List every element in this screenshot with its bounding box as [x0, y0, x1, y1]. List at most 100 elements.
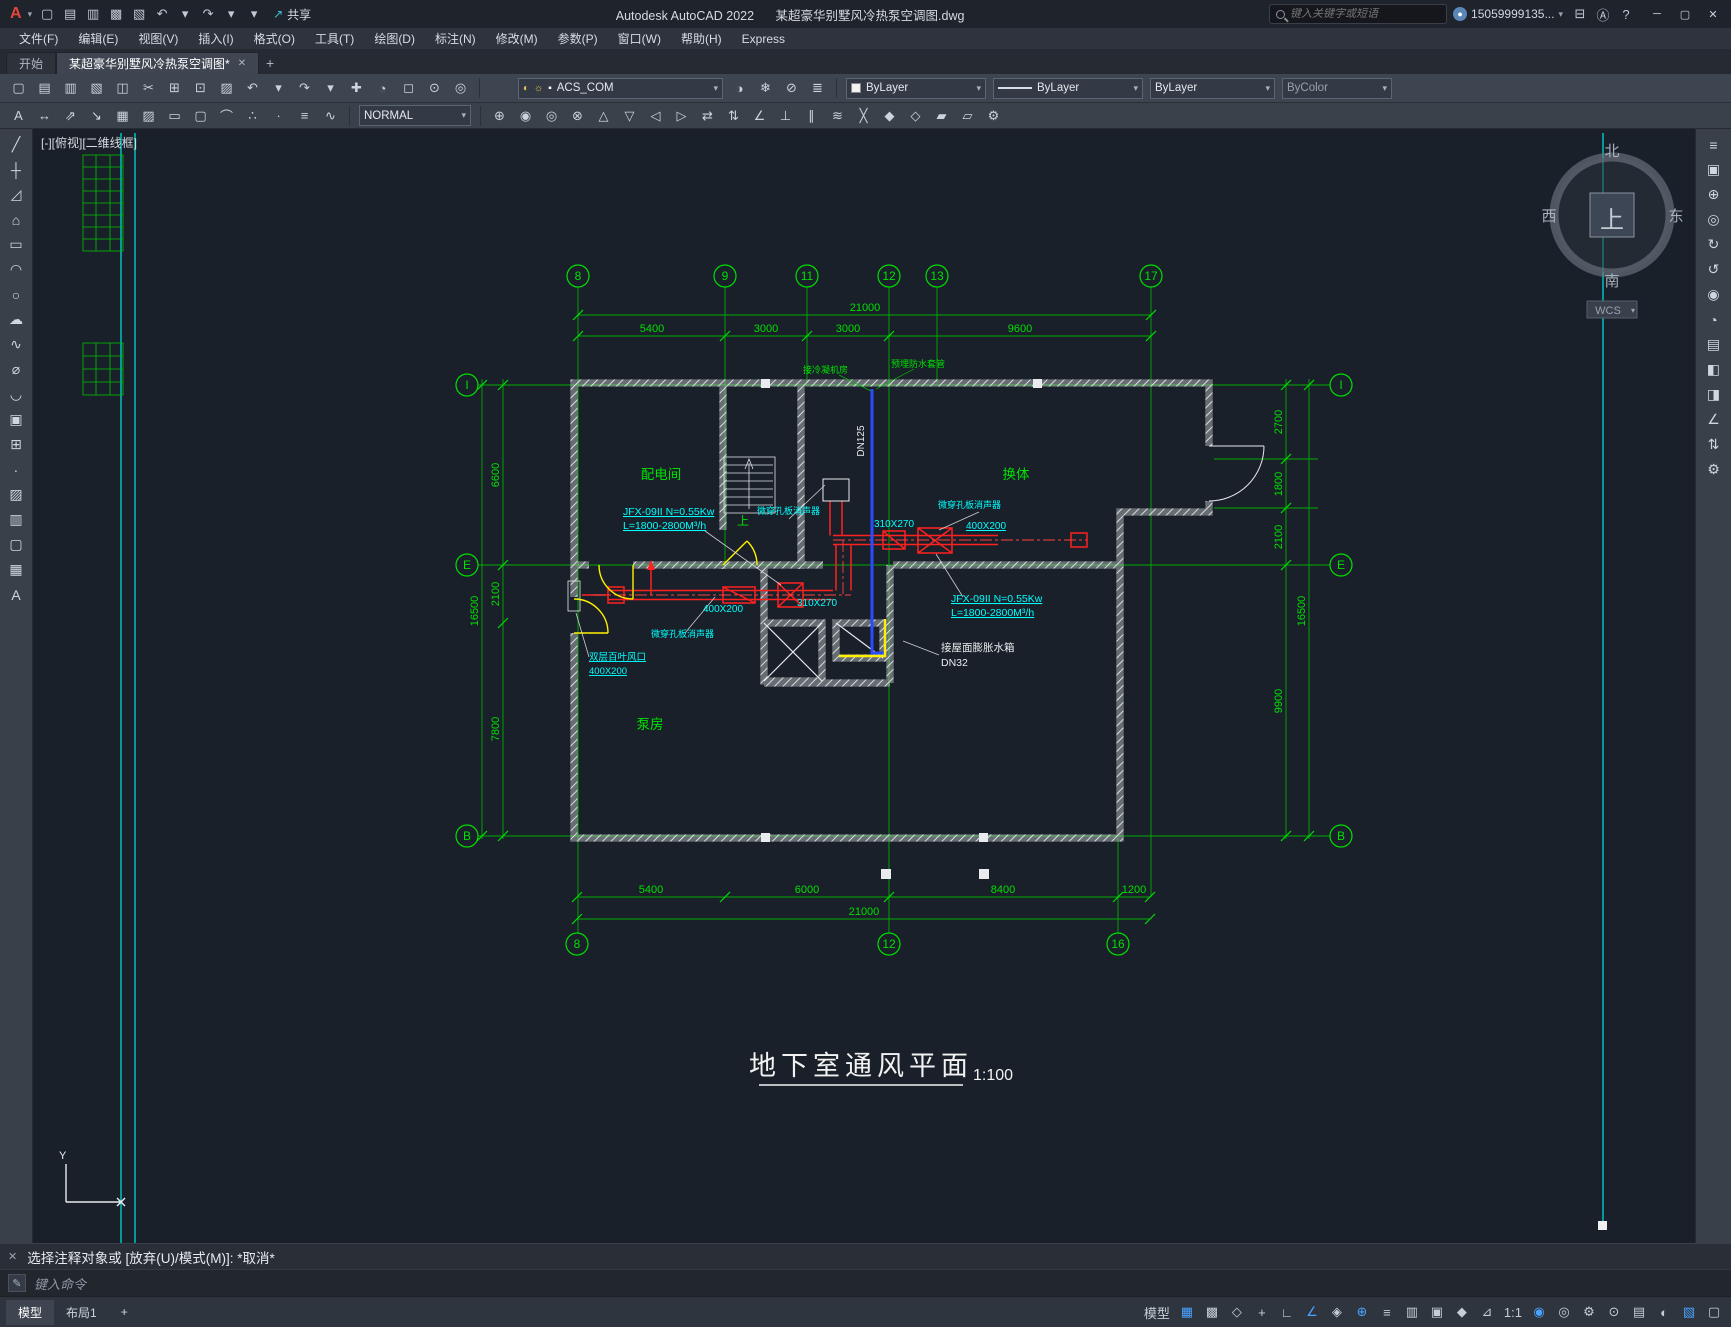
erase[interactable]: ◆ [877, 104, 902, 127]
clean-screen[interactable]: ▢ [1703, 1301, 1725, 1323]
rewind-tool[interactable]: ↺ [1701, 257, 1727, 282]
undo-caret[interactable]: ▾ [174, 3, 196, 25]
annotation-visibility[interactable]: ◉ [1528, 1301, 1550, 1323]
polar-toggle[interactable]: ∠ [1301, 1301, 1323, 1323]
preview[interactable]: ◫ [110, 77, 135, 100]
divide[interactable]: ∴ [240, 104, 265, 127]
layer-off[interactable]: ◑ [727, 77, 752, 100]
maximize-button[interactable]: ▢ [1671, 3, 1699, 25]
a360-icon[interactable]: Ⓐ [1592, 3, 1614, 25]
graphics-performance[interactable]: ▧ [1678, 1301, 1700, 1323]
make-block-tool[interactable]: ⊞ [3, 432, 29, 457]
construction-line-tool[interactable]: ┼ [3, 157, 29, 182]
join[interactable]: ≋ [825, 104, 850, 127]
half-right[interactable]: ◨ [1701, 382, 1727, 407]
match-properties[interactable]: ▨ [214, 77, 239, 100]
save[interactable]: ▥ [58, 77, 83, 100]
view-compass[interactable]: 上 北 南 西 东 WCS ▾ [1541, 143, 1684, 319]
scale[interactable]: ⊥ [773, 104, 798, 127]
leader[interactable]: ↘ [84, 104, 109, 127]
spline-tool[interactable]: ∿ [3, 332, 29, 357]
arc-tool[interactable]: ⌒ [214, 104, 239, 127]
undo-button[interactable]: ↶ [151, 3, 173, 25]
transparency-toggle[interactable]: ▥ [1401, 1301, 1423, 1323]
table[interactable]: ▦ [110, 104, 135, 127]
fillet[interactable]: ⇅ [721, 104, 746, 127]
redo-button[interactable]: ↷ [197, 3, 219, 25]
boundary[interactable]: ▭ [162, 104, 187, 127]
trim[interactable]: ▷ [669, 104, 694, 127]
hatch-tool[interactable]: ▨ [3, 482, 29, 507]
pan[interactable]: ✚ [344, 77, 369, 100]
pan-tool[interactable]: ⊕ [1701, 182, 1727, 207]
compass-west[interactable]: 西 [1541, 208, 1556, 225]
orbit-tool[interactable]: ↻ [1701, 232, 1727, 257]
plot-button[interactable]: ▧ [128, 3, 150, 25]
point-tool[interactable]: ∙ [3, 457, 29, 482]
menu-item[interactable]: 标注(N) [426, 28, 485, 49]
redo[interactable]: ↷ [292, 77, 317, 100]
compass-up-face[interactable]: 上 [1600, 207, 1624, 234]
dim-aligned[interactable]: ⇗ [58, 104, 83, 127]
menu-item[interactable]: 参数(P) [549, 28, 607, 49]
mirror[interactable]: △ [591, 104, 616, 127]
gradient-tool[interactable]: ▥ [3, 507, 29, 532]
snap-toggle[interactable]: ▩ [1201, 1301, 1223, 1323]
close-button[interactable]: ✕ [1699, 3, 1727, 25]
add-layout-button[interactable]: + [109, 1301, 140, 1323]
zoom-window[interactable]: ◻ [396, 77, 421, 100]
arc-tool[interactable]: ◠ [3, 257, 29, 282]
zoom-tool[interactable]: ◎ [1701, 207, 1727, 232]
zoom-realtime[interactable]: ◔ [370, 77, 395, 100]
copy[interactable]: ◉ [513, 104, 538, 127]
swap-view[interactable]: ⇅ [1701, 432, 1727, 457]
save-button[interactable]: ▥ [82, 3, 104, 25]
menu-item[interactable]: 窗口(W) [609, 28, 670, 49]
ellipse-arc-tool[interactable]: ◡ [3, 382, 29, 407]
half-left[interactable]: ◧ [1701, 357, 1727, 382]
tab-drawing[interactable]: 某超豪华别墅风冷热泵空调图* ✕ [56, 52, 260, 74]
new-tab-button[interactable]: + [259, 52, 281, 74]
ungroup[interactable]: ▱ [955, 104, 980, 127]
text-style-dropdown[interactable]: NORMAL ▾ [359, 105, 471, 126]
compass-east[interactable]: 东 [1668, 208, 1683, 225]
stretch[interactable]: ◎ [539, 104, 564, 127]
ellipse-tool[interactable]: ⌀ [3, 357, 29, 382]
color-dropdown[interactable]: ByLayer ▾ [846, 77, 986, 99]
search-box[interactable] [1269, 4, 1448, 24]
model-space-button[interactable]: 模型 [1141, 1301, 1173, 1323]
open[interactable]: ▤ [32, 77, 57, 100]
osnap-toggle[interactable]: ⊕ [1351, 1301, 1373, 1323]
options[interactable]: ⚙ [981, 104, 1006, 127]
menu-item[interactable]: 文件(F) [10, 28, 67, 49]
settings[interactable]: ⚙ [1701, 457, 1727, 482]
rotate[interactable]: ⊗ [565, 104, 590, 127]
dynamic-ucs[interactable]: ⊿ [1476, 1301, 1498, 1323]
copy-clip[interactable]: ⊞ [162, 77, 187, 100]
menu-item[interactable]: 工具(T) [306, 28, 363, 49]
menu-item[interactable]: 插入(I) [189, 28, 242, 49]
polyline-tool[interactable]: ◿ [3, 182, 29, 207]
dim-linear[interactable]: ↔ [32, 104, 57, 127]
annotation-scale[interactable]: 1:1 [1501, 1301, 1525, 1323]
layout-views[interactable]: ▤ [1701, 332, 1727, 357]
angle-tool[interactable]: ∠ [1701, 407, 1727, 432]
tab-start[interactable]: 开始 [6, 52, 57, 74]
hatch[interactable]: ▨ [136, 104, 161, 127]
steering-wheel[interactable]: ◉ [1701, 282, 1727, 307]
isolate-objects[interactable]: ◐ [1653, 1301, 1675, 1323]
array[interactable]: ▽ [617, 104, 642, 127]
nav-menu[interactable]: ≡ [1701, 132, 1727, 157]
region[interactable]: ▢ [188, 104, 213, 127]
menu-item[interactable]: 帮助(H) [672, 28, 731, 49]
lineweight-toggle[interactable]: ≡ [1376, 1301, 1398, 1323]
workspace-switch[interactable]: ⚙ [1578, 1301, 1600, 1323]
isodraft[interactable]: ◈ [1326, 1301, 1348, 1323]
multiline[interactable]: ≡ [292, 104, 317, 127]
grid-toggle[interactable]: ▦ [1176, 1301, 1198, 1323]
search-input[interactable] [1290, 8, 1431, 20]
revision-cloud-tool[interactable]: ☁ [3, 307, 29, 332]
plotstyle-dropdown[interactable]: ByColor ▾ [1282, 77, 1392, 99]
group[interactable]: ▰ [929, 104, 954, 127]
insert-block-tool[interactable]: ▣ [3, 407, 29, 432]
